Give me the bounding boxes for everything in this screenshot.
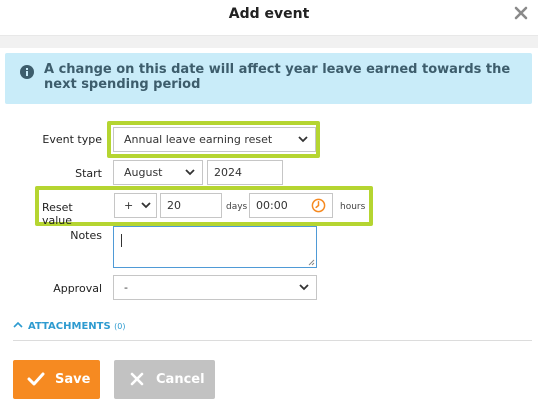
start-month-select[interactable]: August bbox=[113, 160, 203, 185]
info-icon bbox=[20, 65, 34, 79]
start-year-input[interactable]: 2024 bbox=[207, 160, 283, 185]
checkmark-icon bbox=[27, 372, 45, 386]
reset-days-input[interactable]: 20 bbox=[160, 193, 222, 218]
notes-label: Notes bbox=[70, 229, 102, 242]
reset-value-label: Reset value bbox=[42, 201, 73, 227]
event-type-label: Event type bbox=[42, 133, 102, 146]
attachments-label: ATTACHMENTS bbox=[28, 321, 111, 332]
approval-select[interactable]: - bbox=[113, 275, 317, 300]
start-label: Start bbox=[75, 167, 102, 180]
hours-unit-label: hours bbox=[340, 202, 366, 212]
resize-grip-icon[interactable] bbox=[307, 258, 315, 266]
header-divider-band bbox=[0, 36, 538, 48]
dialog-title: Add event bbox=[228, 6, 310, 22]
days-unit-label: days bbox=[226, 202, 248, 212]
reset-time-value: 00:00 bbox=[256, 199, 288, 212]
attachments-toggle[interactable]: ATTACHMENTS (0) bbox=[13, 321, 126, 332]
cancel-button[interactable]: Cancel bbox=[114, 360, 215, 399]
chevron-up-icon bbox=[13, 321, 23, 328]
close-icon bbox=[130, 372, 144, 386]
event-type-value: Annual leave earning reset bbox=[124, 133, 273, 146]
chevron-down-icon bbox=[299, 284, 309, 291]
approval-label: Approval bbox=[53, 282, 102, 295]
cancel-label: Cancel bbox=[156, 372, 205, 387]
info-message: A change on this date will affect year l… bbox=[44, 62, 511, 92]
reset-sign-select[interactable]: + bbox=[114, 193, 157, 218]
save-label: Save bbox=[55, 372, 91, 387]
close-icon[interactable] bbox=[513, 5, 529, 21]
reset-sign-value: + bbox=[124, 199, 134, 212]
start-month-value: August bbox=[124, 166, 163, 179]
dialog-header: Add event bbox=[0, 0, 538, 36]
text-caret bbox=[121, 234, 122, 247]
approval-value: - bbox=[124, 281, 128, 294]
chevron-down-icon bbox=[298, 136, 308, 143]
chevron-down-icon bbox=[141, 202, 151, 209]
notes-textarea[interactable] bbox=[113, 226, 317, 268]
divider bbox=[13, 340, 532, 341]
chevron-down-icon bbox=[185, 169, 195, 176]
save-button[interactable]: Save bbox=[13, 360, 100, 399]
event-type-select[interactable]: Annual leave earning reset bbox=[113, 127, 316, 152]
clock-icon[interactable] bbox=[311, 198, 326, 213]
attachments-count: (0) bbox=[114, 322, 126, 331]
info-banner: A change on this date will affect year l… bbox=[5, 53, 532, 104]
reset-time-input[interactable]: 00:00 bbox=[249, 193, 333, 218]
